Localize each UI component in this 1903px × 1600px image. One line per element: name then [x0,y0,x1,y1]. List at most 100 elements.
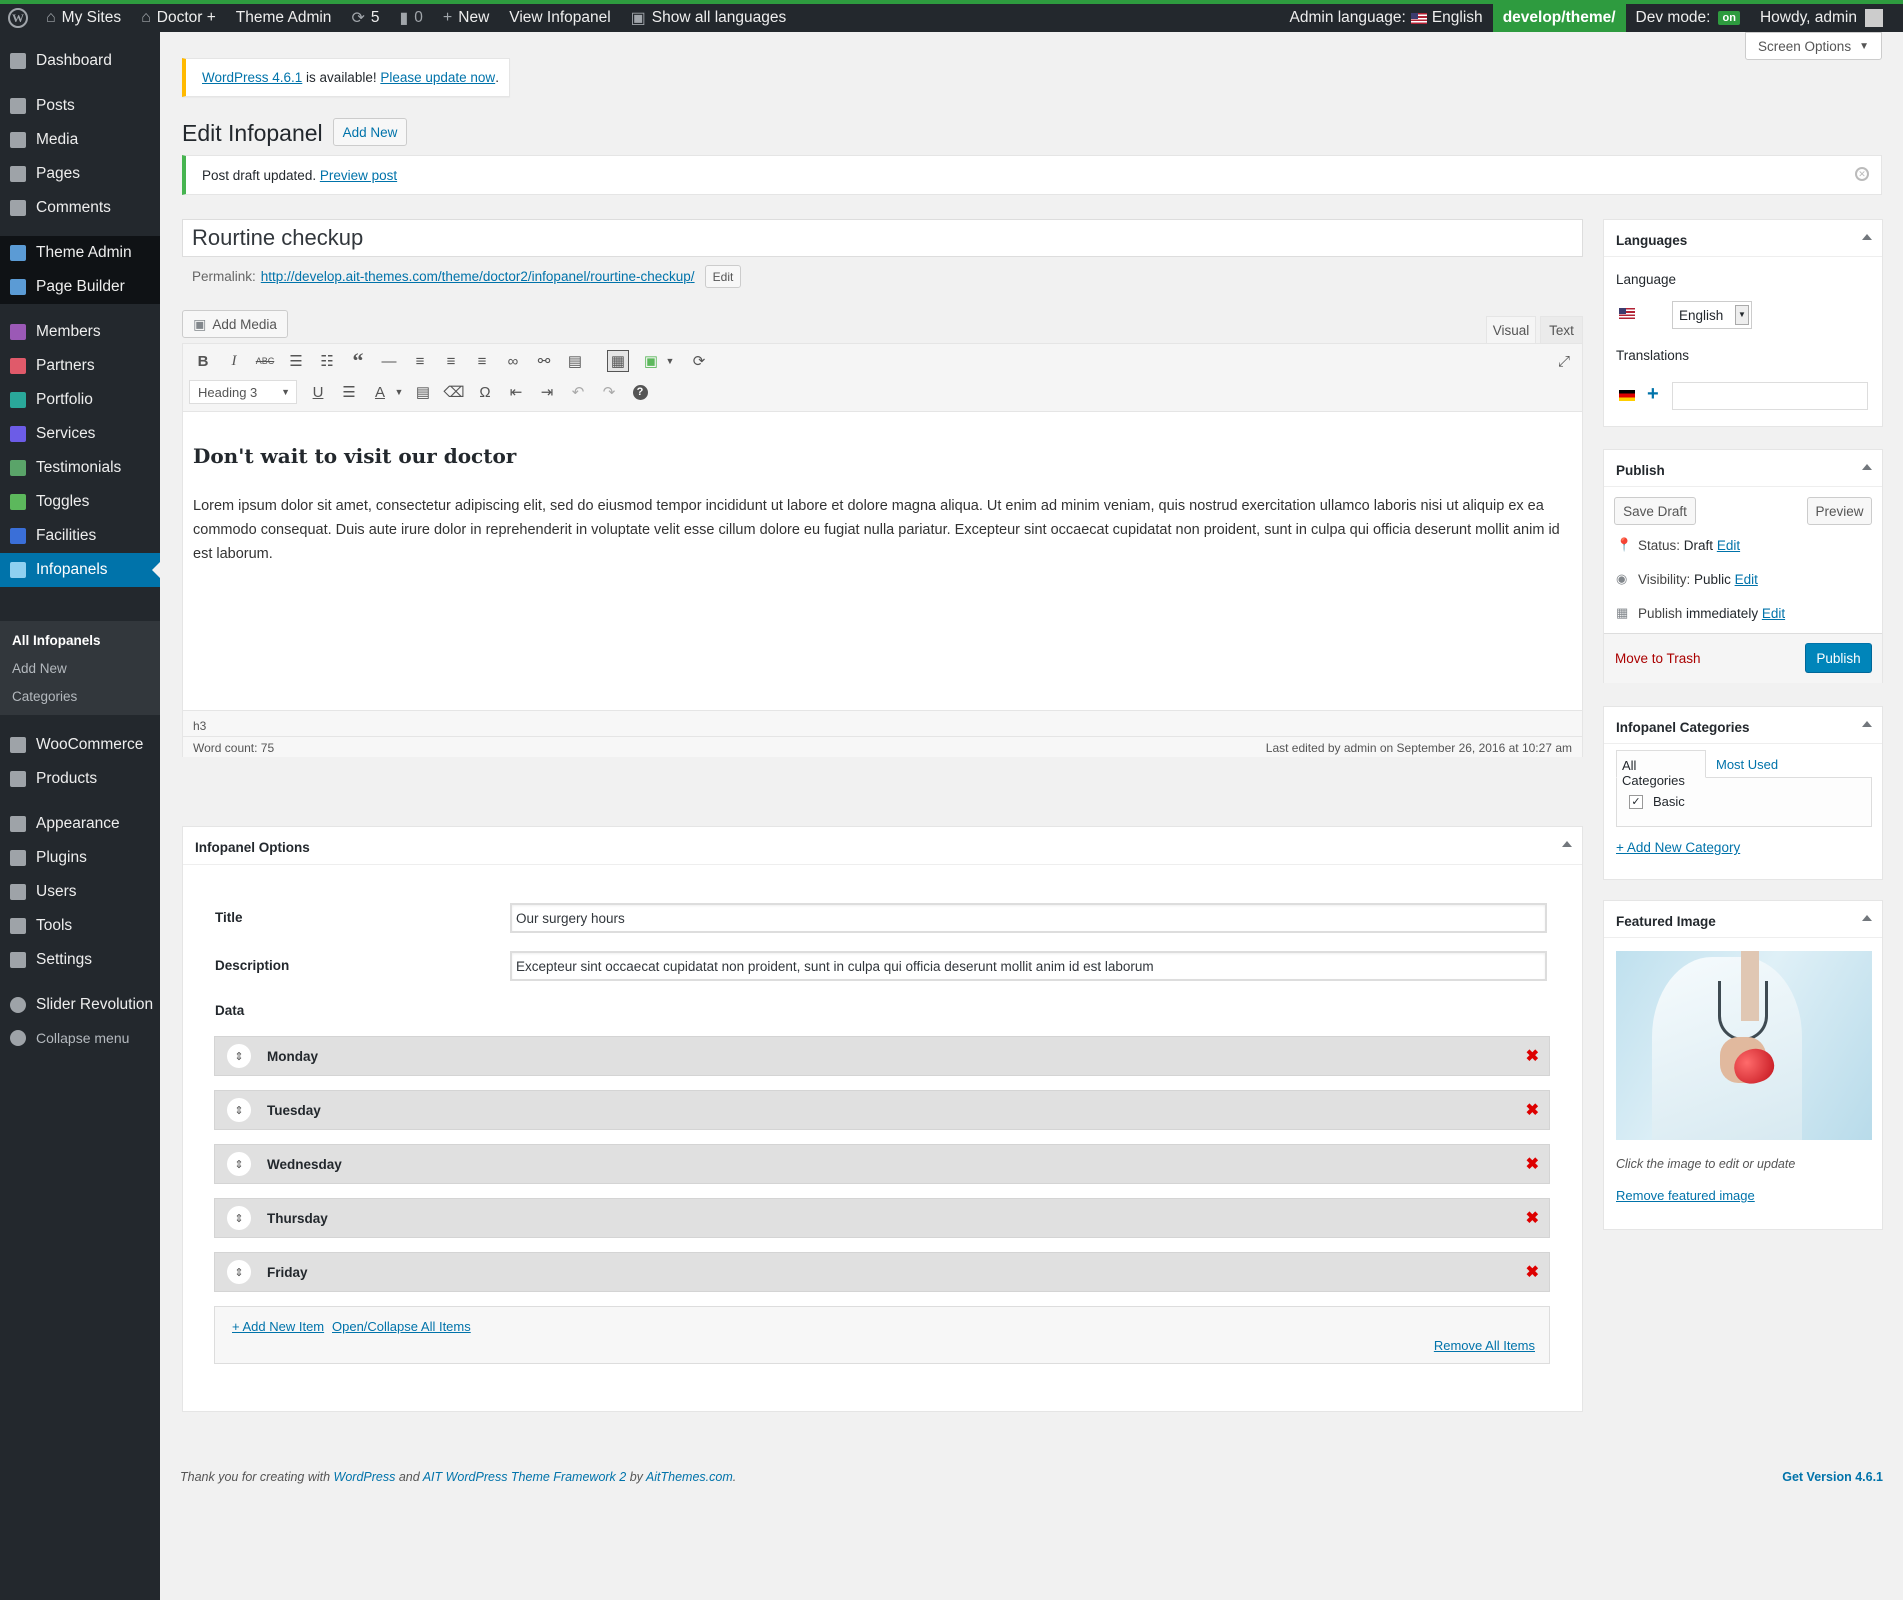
publish-button[interactable]: Publish [1805,643,1872,673]
remove-featured-image-link[interactable]: Remove featured image [1616,1188,1755,1203]
view-infopanel-link[interactable]: View Infopanel [499,4,620,32]
align-left-icon[interactable]: ≡ [409,350,431,372]
submenu-all-infopanels[interactable]: All Infopanels [12,633,101,648]
dismiss-icon[interactable]: ✕ [1855,167,1869,181]
data-row-tuesday[interactable]: ⇕ Tuesday ✖ [214,1090,1550,1130]
content-paragraph[interactable]: Lorem ipsum dolor sit amet, consectetur … [193,494,1573,566]
format-select[interactable]: Heading 3 ▼ [189,380,297,404]
add-new-item-link[interactable]: + Add New Item [232,1319,324,1334]
dev-mode-toggle[interactable]: Dev mode: on [1626,4,1750,32]
data-row-thursday[interactable]: ⇕ Thursday ✖ [214,1198,1550,1238]
admin-language-switch[interactable]: Admin language: English [1280,4,1493,32]
add-new-category-link[interactable]: + Add New Category [1616,840,1740,855]
submenu-categories[interactable]: Categories [12,689,77,704]
strikethrough-icon[interactable]: ABC [254,350,276,372]
preview-button[interactable]: Preview [1807,497,1872,525]
sidebar-item-partners[interactable]: Partners [0,349,160,383]
edit-schedule-link[interactable]: Edit [1762,606,1785,621]
sidebar-item-services[interactable]: Services [0,417,160,451]
redo-icon[interactable]: ↷ [598,381,620,403]
move-to-trash-link[interactable]: Move to Trash [1615,651,1701,666]
collapse-arrow-icon[interactable] [1862,464,1872,470]
screen-options-button[interactable]: Screen Options ▼ [1745,32,1882,60]
wordpress-logo-icon[interactable]: W [0,4,36,32]
my-sites-link[interactable]: ⌂ My Sites [36,4,131,32]
show-all-languages-link[interactable]: ▣ Show all languages [621,4,797,32]
footer-wordpress-link[interactable]: WordPress [334,1470,396,1484]
numbered-list-icon[interactable]: ☷ [316,350,338,372]
sidebar-item-tools[interactable]: Tools [0,909,160,943]
sidebar-item-page-builder[interactable]: Page Builder [0,270,160,304]
drag-handle-icon[interactable]: ⇕ [227,1152,251,1176]
drag-handle-icon[interactable]: ⇕ [227,1098,251,1122]
sidebar-item-woocommerce[interactable]: WooCommerce [0,728,160,762]
edit-visibility-link[interactable]: Edit [1735,572,1758,587]
tab-text[interactable]: Text [1540,316,1583,344]
category-item-basic[interactable]: ✓ Basic [1629,794,1685,809]
content-heading[interactable]: Don't wait to visit our doctor [193,444,516,468]
sidebar-item-dashboard[interactable]: Dashboard [0,44,160,78]
add-media-button[interactable]: ▣ Add Media [182,310,288,338]
infopanel-options-header[interactable]: Infopanel Options [183,827,1582,865]
sidebar-item-comments[interactable]: Comments [0,191,160,225]
featured-image-thumbnail[interactable] [1616,951,1872,1140]
italic-icon[interactable]: I [223,350,245,372]
unlink-icon[interactable]: ⚯ [533,350,555,372]
option-title-input[interactable]: Our surgery hours [510,903,1547,933]
submenu-add-new[interactable]: Add New [12,661,67,676]
drag-handle-icon[interactable]: ⇕ [227,1260,251,1284]
sidebar-item-media[interactable]: Media [0,123,160,157]
featured-image-header[interactable]: Featured Image [1604,901,1882,938]
sidebar-item-infopanels[interactable]: Infopanels [0,553,160,587]
option-description-input[interactable]: Excepteur sint occaecat cupidatat non pr… [510,951,1547,981]
indent-icon[interactable]: ⇥ [536,381,558,403]
help-icon[interactable]: ? [629,381,651,403]
language-select[interactable]: English ▼ [1672,301,1752,329]
sidebar-item-slider-revolution[interactable]: Slider Revolution [0,988,160,1022]
save-draft-button[interactable]: Save Draft [1614,497,1696,525]
fullscreen-icon[interactable]: ⤢ [1553,350,1575,372]
wordpress-version-link[interactable]: WordPress 4.6.1 [202,70,302,85]
justify-icon[interactable]: ☰ [338,381,360,403]
footer-aitthemes-link[interactable]: AitThemes.com [646,1470,733,1484]
sidebar-item-portfolio[interactable]: Portfolio [0,383,160,417]
collapse-arrow-icon[interactable] [1862,721,1872,727]
sidebar-item-theme-admin[interactable]: Theme Admin [0,236,160,270]
toolbar-toggle-icon[interactable]: ▦ [607,350,629,372]
site-name-link[interactable]: ⌂ Doctor + [131,4,226,32]
remove-icon[interactable]: ✖ [1526,1100,1539,1120]
collapse-arrow-icon[interactable] [1562,841,1572,847]
collapse-arrow-icon[interactable] [1862,234,1872,240]
edit-status-link[interactable]: Edit [1717,538,1740,553]
add-new-button[interactable]: Add New [333,118,407,146]
paste-text-icon[interactable]: ▤ [412,381,434,403]
toggle-all-items-link[interactable]: Open/Collapse All Items [332,1319,471,1334]
edit-permalink-button[interactable]: Edit [705,265,741,288]
data-row-monday[interactable]: ⇕ Monday ✖ [214,1036,1550,1076]
special-character-icon[interactable]: Ω [474,381,496,403]
update-now-link[interactable]: Please update now [380,70,495,85]
sidebar-item-toggles[interactable]: Toggles [0,485,160,519]
sidebar-item-plugins[interactable]: Plugins [0,841,160,875]
get-version-link[interactable]: Get Version 4.6.1 [1782,1470,1883,1484]
checkbox-checked-icon[interactable]: ✓ [1629,794,1643,809]
translation-input[interactable] [1672,382,1868,410]
footer-ait-link[interactable]: AIT WordPress Theme Framework 2 [423,1470,627,1484]
sidebar-item-settings[interactable]: Settings [0,943,160,977]
categories-header[interactable]: Infopanel Categories [1604,707,1882,744]
remove-icon[interactable]: ✖ [1526,1262,1539,1282]
caret-down-icon[interactable]: ▼ [388,381,410,403]
permalink-url[interactable]: http://develop.ait-themes.com/theme/doct… [261,269,695,284]
blockquote-icon[interactable]: “ [347,348,369,373]
sync-icon[interactable]: ⟳ [688,350,710,372]
horizontal-line-icon[interactable]: — [378,350,400,372]
tab-all-categories[interactable]: All Categories [1616,750,1706,788]
updates-link[interactable]: ⟳ 5 [341,4,389,32]
drag-handle-icon[interactable]: ⇕ [227,1206,251,1230]
bullet-list-icon[interactable]: ☰ [285,350,307,372]
sidebar-item-testimonials[interactable]: Testimonials [0,451,160,485]
sidebar-item-users[interactable]: Users [0,875,160,909]
data-row-wednesday[interactable]: ⇕ Wednesday ✖ [214,1144,1550,1184]
remove-all-items-link[interactable]: Remove All Items [1434,1338,1535,1353]
drag-handle-icon[interactable]: ⇕ [227,1044,251,1068]
